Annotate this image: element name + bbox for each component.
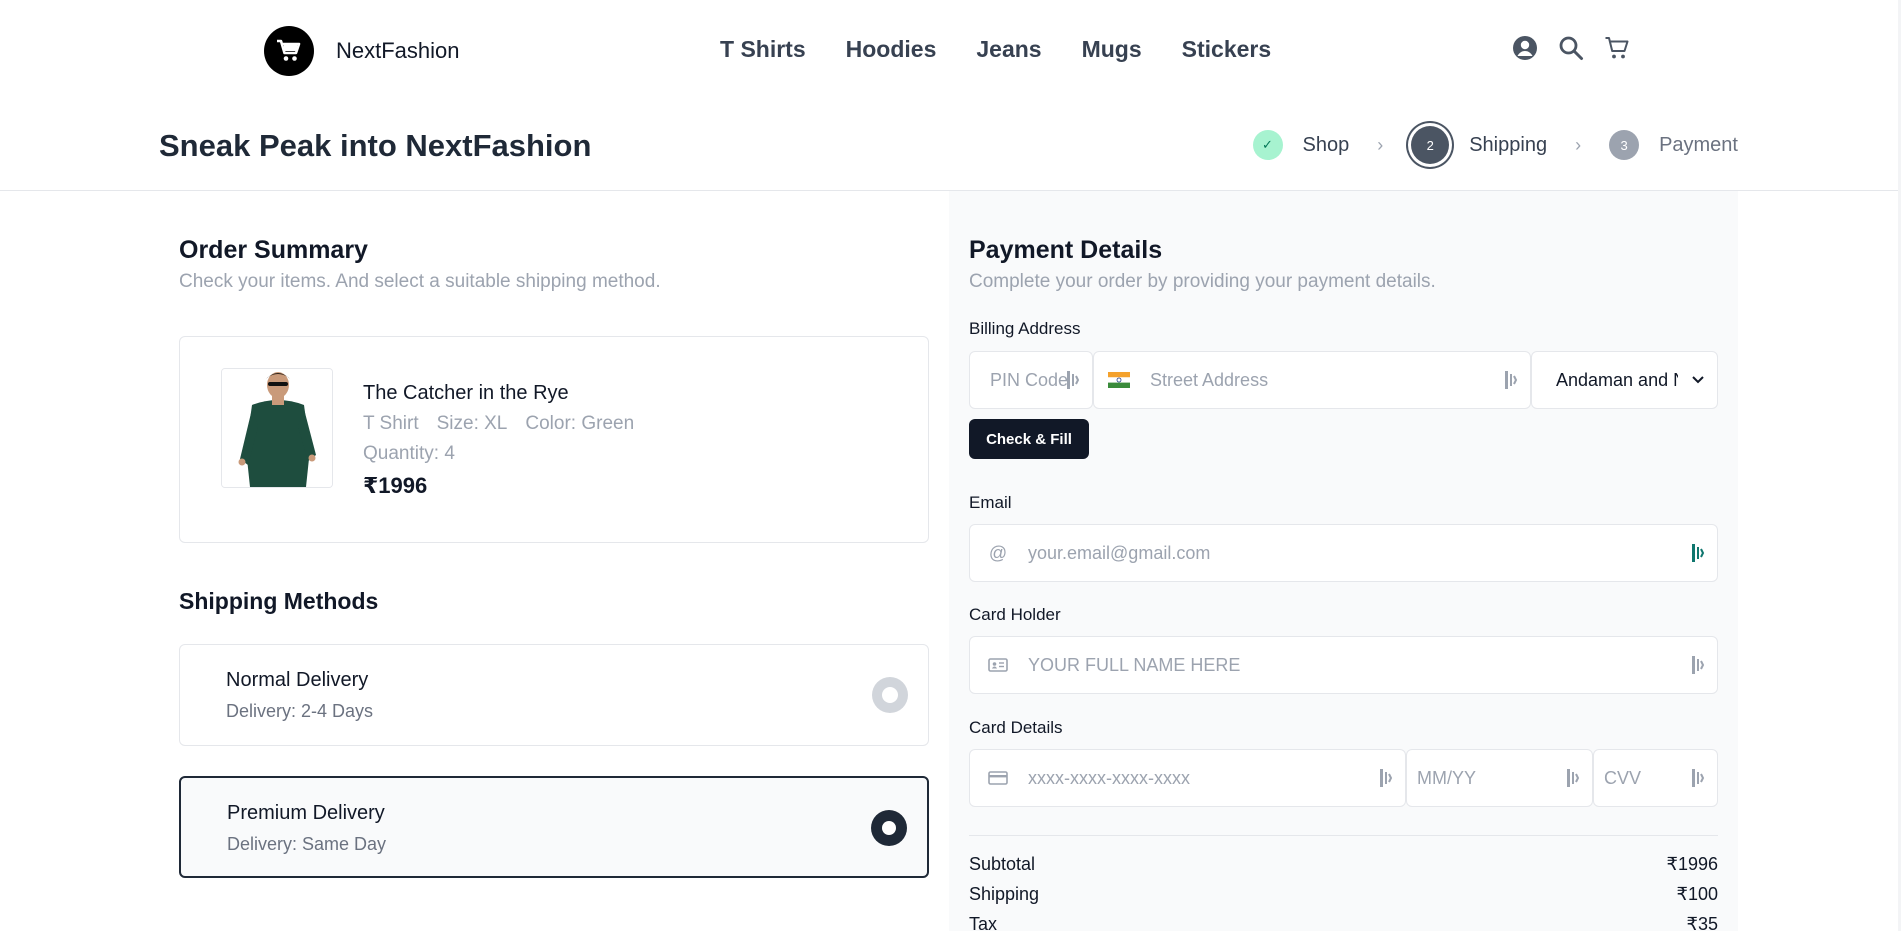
nav-item-t-shirts[interactable]: T Shirts [720, 36, 806, 63]
product-price: ₹1996 [363, 473, 428, 498]
user-icon[interactable] [1512, 35, 1538, 61]
autofill-icon [1692, 544, 1705, 562]
autofill-icon [1567, 769, 1580, 787]
chevron-right-icon: › [1575, 134, 1582, 155]
tax-value: ₹35 [1686, 914, 1718, 931]
product-image [221, 368, 333, 488]
header-actions [1512, 35, 1630, 61]
nav-item-jeans[interactable]: Jeans [976, 36, 1041, 63]
india-flag-icon [1108, 372, 1130, 388]
shipping-row: Shipping ₹100 [969, 884, 1718, 905]
step-shop[interactable]: ✓ Shop [1252, 130, 1350, 160]
cart-icon[interactable] [1604, 35, 1630, 61]
autofill-icon [1692, 769, 1705, 787]
nav-item-mugs[interactable]: Mugs [1082, 36, 1142, 63]
expiry-input[interactable]: MM/YY [1406, 749, 1593, 807]
card-holder-label: Card Holder [969, 605, 1061, 624]
autofill-icon [1067, 371, 1080, 389]
product-card: The Catcher in the Rye T Shirt Size: XL Co… [179, 336, 929, 543]
order-summary-title: Order Summary [179, 236, 368, 264]
product-quantity: Quantity: 4 [363, 443, 455, 464]
at-icon: @ [988, 542, 1008, 563]
email-input[interactable]: @ your.email@gmail.com [969, 524, 1718, 582]
autofill-icon [1380, 769, 1393, 787]
step-payment[interactable]: 3 Payment [1609, 130, 1738, 160]
header: NextFashion T Shirts Hoodies Jeans Mugs … [0, 0, 1901, 100]
radio-button[interactable] [872, 677, 908, 713]
autofill-icon [1505, 371, 1518, 389]
card-number-placeholder: xxxx-xxxx-xxxx-xxxx [1028, 767, 1190, 788]
state-select-value: Andaman and Nicobar [1556, 369, 1678, 390]
chevron-down-icon [1692, 376, 1704, 384]
title-row: Sneak Peak into NextFashion ✓ Shop › 2 S… [0, 100, 1901, 191]
step-label: Shop [1302, 133, 1350, 156]
tax-label: Tax [969, 914, 998, 931]
autofill-icon [1692, 656, 1705, 674]
step-number: 2 [1411, 126, 1450, 164]
step-shipping[interactable]: 2 Shipping [1411, 126, 1547, 164]
chevron-right-icon: › [1377, 134, 1384, 155]
street-address-placeholder: Street Address [1150, 369, 1269, 390]
cart-logo-icon [264, 26, 314, 76]
main-nav: T Shirts Hoodies Jeans Mugs Stickers [720, 36, 1271, 63]
pin-code-placeholder: PIN Code [990, 369, 1069, 390]
shipping-value: ₹100 [1676, 884, 1718, 904]
shipping-option-desc: Delivery: 2-4 Days [226, 701, 374, 721]
id-card-icon [986, 655, 1010, 675]
shipping-option-name: Premium Delivery [227, 802, 385, 824]
check-icon: ✓ [1252, 130, 1283, 160]
subtotal-label: Subtotal [969, 854, 1036, 874]
cvv-input[interactable]: CVV [1593, 749, 1718, 807]
subtotal-value: ₹1996 [1666, 854, 1719, 874]
tax-row: Tax ₹35 [969, 914, 1718, 931]
shipping-option-normal[interactable]: Normal Delivery Delivery: 2-4 Days [179, 644, 929, 746]
step-label: Shipping [1469, 133, 1548, 156]
brand-logo[interactable]: NextFashion [264, 26, 460, 76]
expiry-placeholder: MM/YY [1417, 767, 1477, 788]
subtotal-row: Subtotal ₹1996 [969, 854, 1718, 875]
pin-code-input[interactable]: PIN Code [969, 351, 1093, 409]
billing-address-label: Billing Address [969, 319, 1081, 338]
shipping-methods-title: Shipping Methods [179, 588, 379, 614]
product-name: The Catcher in the Rye [363, 382, 569, 404]
nav-item-hoodies[interactable]: Hoodies [846, 36, 937, 63]
shipping-option-desc: Delivery: Same Day [227, 834, 387, 854]
product-category: T Shirt [363, 413, 419, 434]
payment-details-subtitle: Complete your order by providing your pa… [969, 271, 1436, 292]
card-holder-input[interactable]: YOUR FULL NAME HERE [969, 636, 1718, 694]
card-number-input[interactable]: xxxx-xxxx-xxxx-xxxx [969, 749, 1406, 807]
brand-name: NextFashion [336, 38, 460, 63]
checkout-steps: ✓ Shop › 2 Shipping › 3 Payment [1252, 126, 1738, 164]
product-color: Color: Green [525, 413, 635, 434]
order-summary-subtitle: Check your items. And select a suitable … [179, 271, 661, 292]
card-details-label: Card Details [969, 718, 1063, 737]
shipping-option-premium[interactable]: Premium Delivery Delivery: Same Day [179, 776, 929, 878]
nav-item-stickers[interactable]: Stickers [1182, 36, 1272, 63]
shipping-label: Shipping [969, 884, 1040, 904]
divider [969, 835, 1718, 836]
payment-details-panel: Payment Details Complete your order by p… [949, 191, 1738, 931]
credit-card-icon [986, 768, 1010, 788]
shipping-option-name: Normal Delivery [226, 669, 369, 691]
email-placeholder: your.email@gmail.com [1028, 542, 1211, 563]
product-meta: T Shirt Size: XL Color: Green [363, 413, 634, 435]
street-address-input[interactable]: Street Address [1093, 351, 1531, 409]
email-label: Email [969, 493, 1012, 512]
product-info: The Catcher in the Rye T Shirt Size: XL Co… [363, 382, 634, 499]
card-holder-placeholder: YOUR FULL NAME HERE [1028, 654, 1241, 675]
page-title: Sneak Peak into NextFashion [159, 128, 592, 163]
search-icon[interactable] [1558, 35, 1584, 61]
step-number: 3 [1609, 130, 1640, 160]
payment-details-title: Payment Details [969, 236, 1163, 264]
check-fill-button[interactable]: Check & Fill [969, 419, 1089, 459]
cvv-placeholder: CVV [1604, 767, 1642, 788]
radio-button-selected[interactable] [871, 810, 907, 846]
product-size: Size: XL [436, 413, 508, 434]
step-label: Payment [1659, 133, 1738, 156]
state-select[interactable]: Andaman and Nicobar [1531, 351, 1718, 409]
